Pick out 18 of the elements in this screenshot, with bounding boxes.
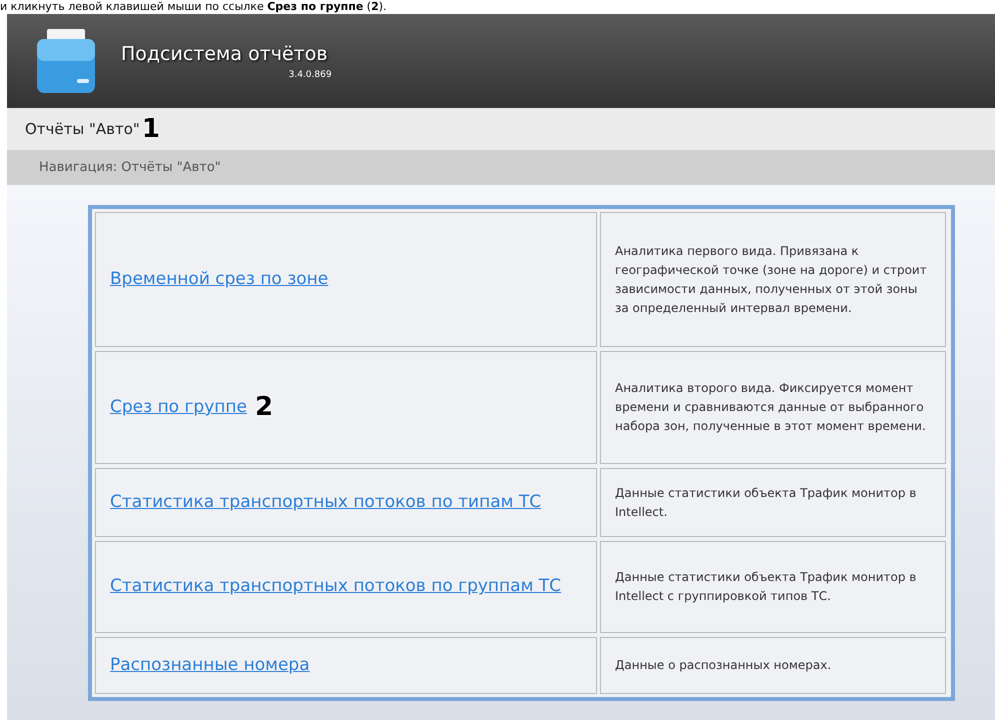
annotation-marker: 2 [254,391,274,424]
page-title: Отчёты "Авто" [25,118,140,140]
report-link[interactable]: Распознанные номера [110,652,310,678]
report-description: Данные статистики объекта Трафик монитор в Intellect с группировкой типов ТС. [615,569,918,605]
annotation-marker: 1 [142,112,160,146]
report-description: Данные статистики объекта Трафик монитор в Intellect. [615,484,918,520]
report-link[interactable]: Срез по группе [110,394,247,420]
app-title: Подсистема отчётов [121,42,328,67]
folder-icon [35,27,97,95]
report-description: Данные о распознанных номерах. [615,657,832,674]
breadcrumb-text: Навигация: Отчёты "Авто" [39,158,221,177]
version-text: 3.4.0.869 [288,68,332,82]
report-description: Аналитика первого вида. Привязана к географической точке (зоне на дороге) и строит зависимости данных, полученных от этой зоны за определенный интервал времени. [615,242,928,316]
report-description: Аналитика второго вида. Фиксируется момент времени и сравниваются данные от выбранного набора зон, полученные в этот момент времени. [615,380,927,435]
report-link[interactable]: Статистика транспортных потоков по группам ТС [110,574,562,600]
instruction-text: и кликнуть левой клавишей мыши по ссылке Срез по группе (2). [0,0,387,14]
report-link[interactable]: Статистика транспортных потоков по типам ТС [110,490,542,516]
report-link[interactable]: Временной срез по зоне [110,266,328,292]
